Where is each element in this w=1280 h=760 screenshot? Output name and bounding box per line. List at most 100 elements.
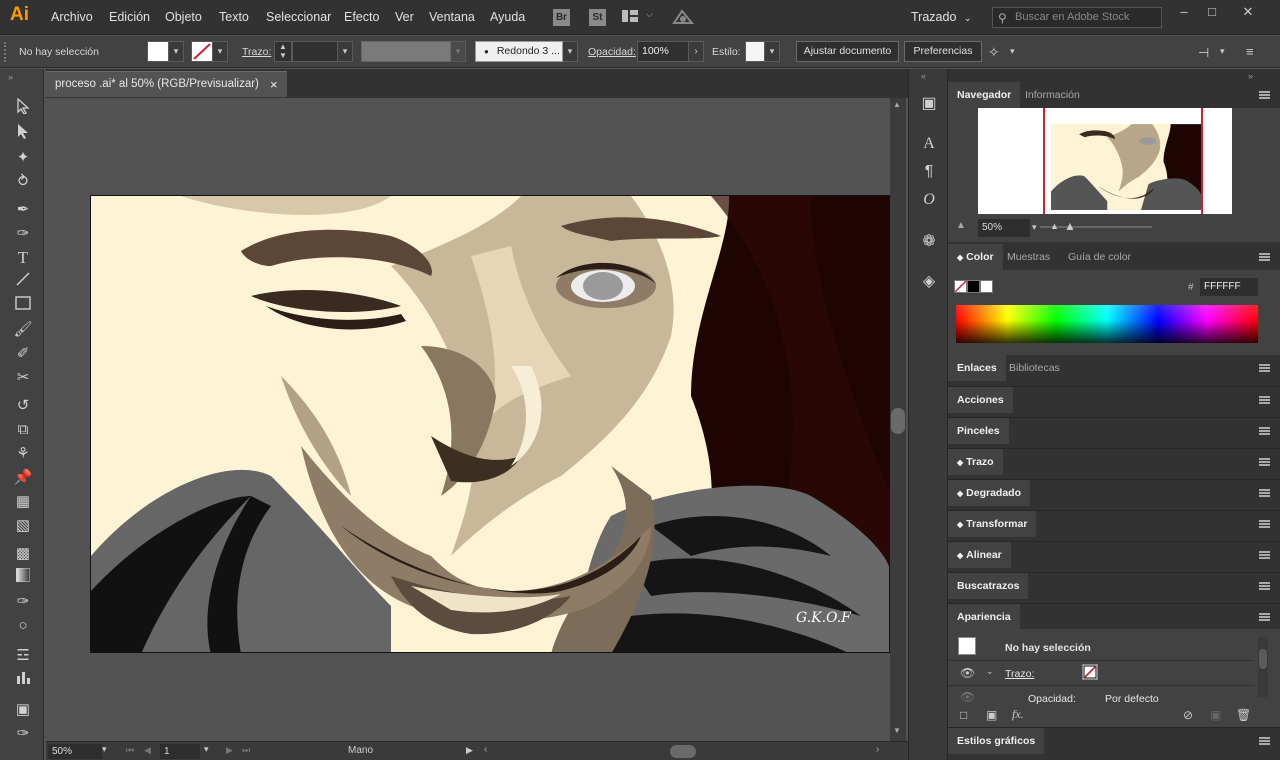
close-tab-icon[interactable]: × <box>270 72 278 97</box>
panel-degradado[interactable]: ◆ Degradado <box>948 479 1280 506</box>
menu-ver[interactable]: Ver <box>395 10 414 24</box>
chevron-down-icon[interactable]: ⌵ <box>646 9 653 20</box>
document-tab[interactable]: proceso .ai* al 50% (RGB/Previsualizar) … <box>46 71 287 97</box>
panel-menu-icon[interactable] <box>1259 582 1270 590</box>
panel-transformar[interactable]: ◆ Transformar <box>948 510 1280 537</box>
menu-seleccionar[interactable]: Seleccionar <box>266 10 331 24</box>
rotate-tool-icon[interactable]: ↺ <box>10 395 36 417</box>
artboard-dropdown-icon[interactable]: ▾ <box>204 744 209 755</box>
symbol-sprayer-tool-icon[interactable]: ☲ <box>10 645 36 667</box>
close-window-button[interactable]: ✕ <box>1236 4 1260 20</box>
line-tool-icon[interactable] <box>10 271 36 293</box>
stroke-weight-dropdown[interactable]: ▾ <box>338 41 353 62</box>
panel-menu-icon[interactable] <box>1259 551 1270 559</box>
direct-selection-tool-icon[interactable] <box>10 123 36 145</box>
add-effect-icon[interactable]: fx. <box>1012 707 1024 722</box>
last-artboard-icon[interactable]: ⏭ <box>242 745 250 756</box>
scroll-left-icon[interactable]: ‹ <box>484 744 487 755</box>
curvature-tool-icon[interactable]: ✑ <box>10 223 36 245</box>
gpu-performance-icon[interactable] <box>672 7 695 27</box>
style-dropdown[interactable]: ▾ <box>765 41 780 62</box>
maximize-button[interactable]: □ <box>1200 4 1224 20</box>
fill-dropdown[interactable]: ▾ <box>169 41 184 62</box>
hex-input[interactable]: FFFFFF <box>1200 278 1258 296</box>
pen-tool-icon[interactable]: ✒ <box>10 199 36 221</box>
white-swatch[interactable] <box>980 280 993 293</box>
panel-menu-icon[interactable] <box>1259 427 1270 435</box>
panel-menu-icon[interactable] <box>1259 613 1270 621</box>
zoom-in-icon[interactable]: ▲ <box>1064 219 1076 233</box>
magic-wand-tool-icon[interactable]: ✦ <box>10 147 36 169</box>
stroke-weight-input[interactable] <box>292 41 338 62</box>
stock-search-input[interactable]: ⚲ Buscar en Adobe Stock <box>992 7 1162 28</box>
grip-handle[interactable] <box>4 42 8 62</box>
scissors-tool-icon[interactable]: ✂ <box>10 367 36 389</box>
eye-visibility-icon[interactable]: 👁 <box>960 666 975 680</box>
duplicate-item-icon[interactable]: ▣ <box>1210 708 1221 722</box>
stroke-dropdown[interactable]: ▾ <box>213 41 228 62</box>
artboard-tool-icon[interactable]: ▣ <box>10 699 36 721</box>
panel-trazo[interactable]: ◆ Trazo <box>948 448 1280 475</box>
appearance-stroke-swatch[interactable] <box>1082 664 1098 680</box>
panel-menu-icon[interactable] <box>1259 91 1270 99</box>
tab-estilos-graficos[interactable]: Estilos gráficos <box>948 728 1045 754</box>
recolor-artwork-icon[interactable]: ✧ <box>988 44 1000 61</box>
vertical-scroll-thumb[interactable] <box>891 408 905 434</box>
panel-menu-icon[interactable] <box>1259 396 1270 404</box>
workspace-switcher[interactable]: Trazado ⌄ <box>911 10 971 24</box>
warp-tool-icon[interactable]: ⚘ <box>10 443 36 465</box>
panel-menu-icon[interactable] <box>1259 489 1270 497</box>
tab-bibliotecas[interactable]: Bibliotecas <box>1000 355 1069 381</box>
zoom-out-icon[interactable]: ▲ <box>956 220 966 231</box>
tab-enlaces[interactable]: Enlaces <box>948 355 1006 381</box>
opacity-arrow[interactable]: › <box>689 41 704 62</box>
navigator-view-box[interactable] <box>1043 108 1203 214</box>
menu-ventana[interactable]: Ventana <box>429 10 475 24</box>
first-artboard-icon[interactable]: ⏮ <box>126 745 134 756</box>
opacity-label[interactable]: Opacidad: <box>588 46 636 58</box>
status-menu-icon[interactable]: ▶ <box>466 745 473 756</box>
appearance-stroke-label[interactable]: Trazo: <box>1005 668 1034 680</box>
clear-appearance-icon[interactable]: ⊘ <box>1183 708 1193 722</box>
blend-tool-icon[interactable]: ○ <box>10 615 36 637</box>
zoom-dropdown-icon[interactable]: ▾ <box>102 744 107 755</box>
type-tool-icon[interactable]: T <box>10 247 36 269</box>
artboard[interactable]: G.K.O.F <box>90 195 890 653</box>
puppet-warp-tool-icon[interactable]: 📌 <box>10 467 36 489</box>
chevron-down-icon[interactable]: ▾ <box>1220 46 1225 57</box>
brush-dropdown[interactable]: ▾ <box>563 41 578 62</box>
tab-informacion[interactable]: Información <box>1016 82 1089 108</box>
slice-tool-icon[interactable]: ✑ <box>10 723 36 745</box>
tab-guia-color[interactable]: Guía de color <box>1059 244 1140 270</box>
eyedropper-tool-icon[interactable]: ✑ <box>10 591 36 613</box>
stock-button[interactable]: St <box>589 9 606 26</box>
fill-swatch[interactable] <box>147 41 169 62</box>
none-swatch[interactable] <box>954 280 967 293</box>
variable-width-profile[interactable] <box>361 41 451 62</box>
layers-icon[interactable]: ◈ <box>918 271 940 293</box>
menu-texto[interactable]: Texto <box>219 10 249 24</box>
tab-color[interactable]: ◆ Color <box>948 244 1003 270</box>
color-themes-icon[interactable]: ❁ <box>918 231 940 253</box>
bridge-button[interactable]: Br <box>553 9 570 26</box>
color-spectrum[interactable] <box>956 305 1258 343</box>
navigator-zoom-input[interactable]: 50% <box>978 219 1030 237</box>
add-new-stroke-icon[interactable]: □ <box>960 708 967 722</box>
minimize-button[interactable]: – <box>1172 4 1196 20</box>
stroke-swatch[interactable] <box>191 41 213 62</box>
next-artboard-icon[interactable]: ▶ <box>226 745 233 756</box>
menu-edicion[interactable]: Edición <box>109 10 150 24</box>
black-swatch[interactable] <box>967 280 980 293</box>
lasso-tool-icon[interactable]: ⥁ <box>10 171 36 193</box>
appearance-scrollbar[interactable] <box>1258 637 1268 697</box>
panel-pinceles[interactable]: Pinceles <box>948 417 1280 444</box>
gradient-tool-icon[interactable] <box>10 567 36 589</box>
artboard-number-input[interactable]: 1 <box>160 744 200 759</box>
collapse-dock-icon[interactable]: » <box>1248 71 1253 81</box>
tab-apariencia[interactable]: Apariencia <box>948 604 1020 630</box>
arrange-documents-icon[interactable] <box>622 9 638 23</box>
panel-menu-icon[interactable] <box>1259 520 1270 528</box>
column-graph-tool-icon[interactable] <box>10 669 36 691</box>
brush-definition[interactable]: ● Redondo 3 ... <box>475 41 563 62</box>
paragraph-icon[interactable]: ¶ <box>918 161 940 183</box>
